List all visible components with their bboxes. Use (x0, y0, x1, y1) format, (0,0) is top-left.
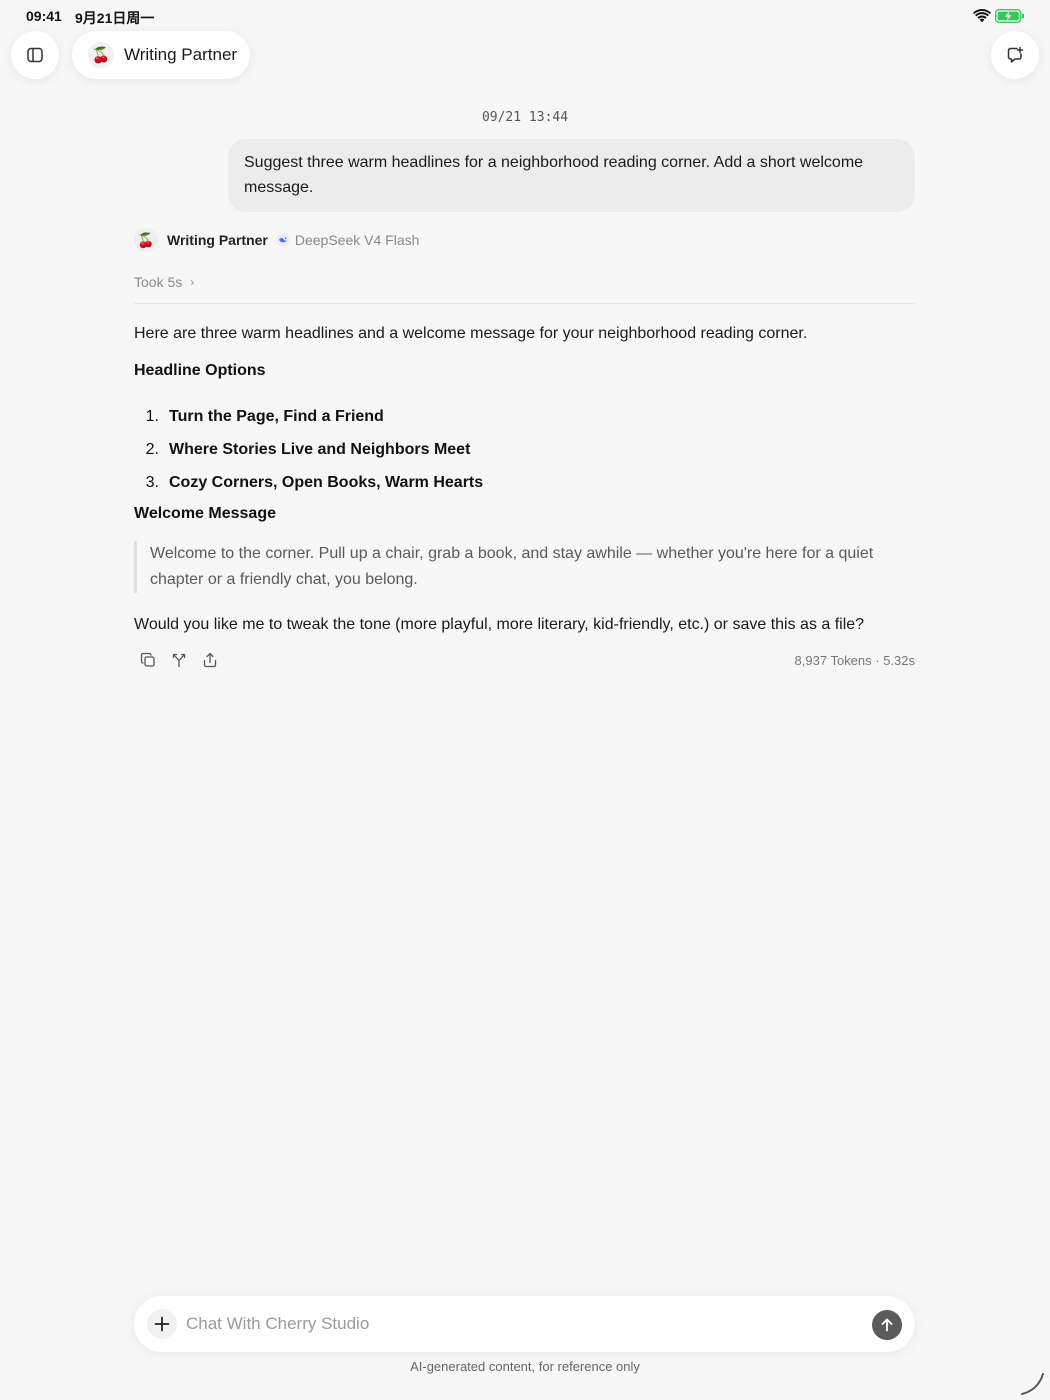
response-intro: Here are three warm headlines and a welc… (134, 325, 808, 342)
assistant-selector[interactable]: 🍒 Writing Partner (72, 31, 250, 79)
message-timestamp: 09/21 13:44 (481, 110, 569, 125)
copy-icon (140, 652, 155, 667)
sidebar-toggle-button[interactable] (11, 31, 59, 79)
assistant-avatar: 🍒 (88, 42, 114, 68)
message-stats: 8,937 Tokens · 5.32s (794, 653, 915, 668)
branch-button[interactable] (169, 650, 189, 670)
assistant-selector-label: Writing Partner (124, 45, 238, 64)
sidebar-icon (27, 47, 43, 63)
new-topic-button[interactable] (991, 31, 1039, 79)
status-time: 09:41 (26, 8, 62, 24)
send-button[interactable] (872, 1310, 902, 1340)
headline-text: Cozy Corners, Open Books, Warm Hearts (169, 473, 484, 491)
user-message: Suggest three warm headlines for a neigh… (228, 139, 915, 212)
message-actions (138, 650, 231, 670)
welcome-quote: Welcome to the corner. Pull up a chair, … (134, 541, 915, 593)
list-item: 3. Cozy Corners, Open Books, Warm Hearts (134, 466, 915, 499)
divider (134, 303, 915, 304)
headline-text: Where Stories Live and Neighbors Meet (169, 440, 471, 458)
thinking-toggle[interactable]: Took 5s › (134, 274, 194, 290)
ai-disclaimer: AI-generated content, for reference only (410, 1359, 640, 1374)
list-number: 1. (145, 407, 159, 425)
headline-list: 1. Turn the Page, Find a Friend 2. Where… (134, 400, 915, 499)
plus-icon (154, 1316, 170, 1332)
share-icon (203, 652, 217, 668)
headline-text: Turn the Page, Find a Friend (169, 407, 384, 425)
chat-input[interactable] (186, 1309, 856, 1339)
assistant-message-header: 🍒 Writing Partner DeepSeek V4 Flash (134, 228, 419, 252)
assistant-message-name: Writing Partner (167, 232, 268, 248)
wifi-icon (973, 9, 991, 23)
branch-icon (172, 653, 186, 668)
headlines-heading: Headline Options (134, 362, 266, 379)
chat-screen: 09:41 9月21日周一 🍒 Writing Partner 09/21 13… (0, 0, 1050, 1400)
assistant-message-avatar: 🍒 (134, 228, 158, 252)
copy-button[interactable] (138, 650, 158, 670)
response-closing: Would you like me to tweak the tone (mor… (134, 616, 865, 633)
resize-handle-icon[interactable] (1020, 1370, 1046, 1396)
thinking-label: Took 5s (134, 274, 183, 290)
battery-charging-icon (995, 9, 1024, 23)
model-name: DeepSeek V4 Flash (294, 232, 420, 248)
welcome-heading: Welcome Message (134, 505, 276, 522)
chevron-right-icon: › (190, 275, 195, 289)
list-item: 1. Turn the Page, Find a Friend (134, 400, 915, 433)
chat-composer (134, 1296, 915, 1352)
list-number: 3. (145, 473, 159, 491)
share-button[interactable] (200, 650, 220, 670)
status-date: 9月21日周一 (75, 10, 155, 26)
new-chat-icon (1007, 46, 1024, 63)
attach-button[interactable] (147, 1309, 177, 1339)
arrow-up-icon (881, 1318, 893, 1332)
deepseek-model-icon (276, 233, 290, 247)
list-number: 2. (145, 440, 159, 458)
list-item: 2. Where Stories Live and Neighbors Meet (134, 433, 915, 466)
status-bar: 09:41 9月21日周一 (0, 0, 1050, 34)
